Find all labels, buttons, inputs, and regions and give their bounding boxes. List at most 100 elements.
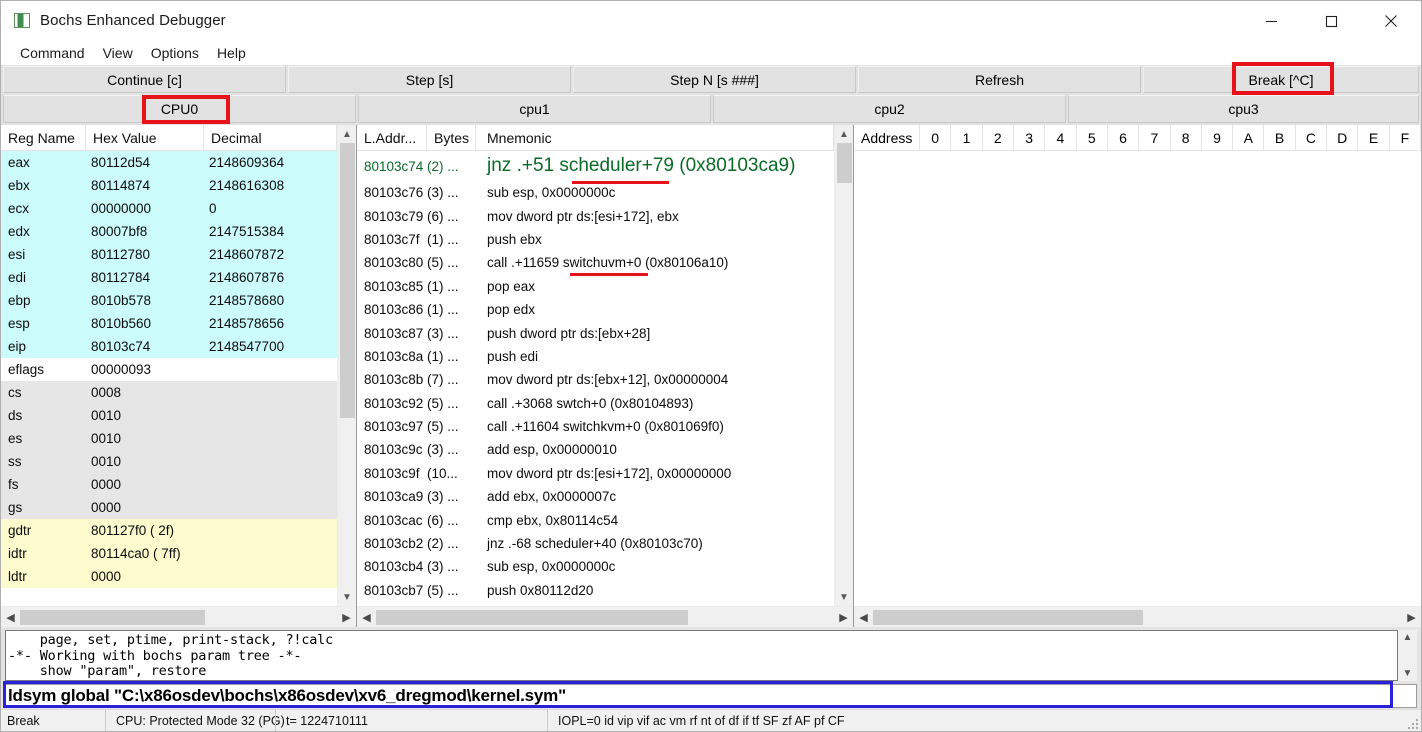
menu-options[interactable]: Options [142,43,208,63]
register-row[interactable]: esi 80112780 2148607872 [1,243,337,266]
minimize-icon[interactable] [1241,1,1301,41]
scroll-left-icon[interactable]: ◀ [357,607,376,628]
memory-col-6[interactable]: 6 [1108,125,1140,150]
disassembly-vscrollbar[interactable]: ▲ ▼ [834,125,853,606]
register-vscroll-thumb[interactable] [339,143,355,418]
register-row[interactable]: ebp 8010b578 2148578680 [1,289,337,312]
scroll-down-icon[interactable]: ▼ [338,588,357,606]
col-mnemonic[interactable]: Mnemonic [476,125,834,150]
memory-col-8[interactable]: 8 [1171,125,1202,150]
step-button[interactable]: Step [s] [288,66,571,93]
memory-col-A[interactable]: A [1233,125,1265,150]
cpu1-tab[interactable]: cpu1 [358,95,711,123]
maximize-icon[interactable] [1301,1,1361,41]
register-row[interactable]: edi 80112784 2148607876 [1,266,337,289]
register-hscroll-thumb[interactable] [20,609,205,625]
memory-hscrollbar[interactable]: ◀ ▶ [854,606,1421,627]
disassembly-hscrollbar[interactable]: ◀ ▶ [357,606,853,627]
disassembly-row[interactable]: 80103cb4 (3) ... sub esp, 0x0000000c [357,555,834,578]
menu-help[interactable]: Help [208,43,255,63]
cpu3-tab[interactable]: cpu3 [1068,95,1419,123]
menu-view[interactable]: View [94,43,142,63]
memory-col-9[interactable]: 9 [1202,125,1234,150]
disassembly-row[interactable]: 80103c8a (1) ... push edi [357,345,834,368]
register-row[interactable]: ss 0010 [1,450,337,473]
col-decimal[interactable]: Decimal [204,125,337,150]
disassembly-row[interactable]: 80103c92 (5) ... call .+3068 swtch+0 (0x80… [357,392,834,415]
resize-grip-icon[interactable] [1406,717,1418,729]
disassembly-row[interactable]: 80103cb7 (5) ... push 0x80112d20 [357,579,834,602]
col-reg-name[interactable]: Reg Name [1,125,86,150]
scroll-right-icon[interactable]: ▶ [1402,607,1421,628]
disassembly-row[interactable]: 80103c76 (3) ... sub esp, 0x0000000c [357,181,834,204]
scroll-up-icon[interactable]: ▲ [1403,632,1413,643]
console-output[interactable]: page, set, ptime, print-stack, ?!calc -*… [5,630,1398,681]
cpu0-tab[interactable]: CPU0 [3,95,356,123]
disassembly-row[interactable]: 80103c7f (1) ... push ebx [357,228,834,251]
memory-col-address[interactable]: Address [854,125,920,150]
memory-col-C[interactable]: C [1296,125,1328,150]
console-vscrollbar[interactable]: ▲ ▼ [1398,630,1417,681]
memory-col-1[interactable]: 1 [951,125,983,150]
scroll-left-icon[interactable]: ◀ [1,607,20,628]
disassembly-row[interactable]: 80103c9f (10... mov dword ptr ds:[esi+172]… [357,462,834,485]
disassembly-vscroll-track[interactable] [835,143,854,588]
cpu2-tab[interactable]: cpu2 [713,95,1066,123]
disassembly-row[interactable]: 80103c87 (3) ... push dword ptr ds:[ebx+28… [357,321,834,344]
close-icon[interactable] [1361,1,1421,41]
disassembly-row[interactable]: 80103c79 (6) ... mov dword ptr ds:[esi+172… [357,204,834,227]
scroll-up-icon[interactable]: ▲ [338,125,357,143]
register-row[interactable]: eip 80103c74 2148547700 [1,335,337,358]
memory-col-0[interactable]: 0 [920,125,952,150]
break-button[interactable]: Break [^C] [1143,66,1419,93]
disassembly-vscroll-thumb[interactable] [836,143,852,183]
disassembly-row[interactable]: 80103cb2 (2) ... jnz .-68 scheduler+40 (0x… [357,532,834,555]
scroll-down-icon[interactable]: ▼ [835,588,854,606]
disassembly-row[interactable]: 80103c8b (7) ... mov dword ptr ds:[ebx+12]… [357,368,834,391]
register-row[interactable]: gdtr 801127f0 ( 2f) [1,519,337,542]
disassembly-row[interactable]: 80103c85 (1) ... pop eax [357,275,834,298]
register-row[interactable]: cs 0008 [1,381,337,404]
register-row[interactable]: edx 80007bf8 2147515384 [1,220,337,243]
memory-col-B[interactable]: B [1264,125,1296,150]
scroll-down-icon[interactable]: ▼ [1403,668,1413,679]
register-vscroll-track[interactable] [338,143,357,588]
disassembly-hscroll-thumb[interactable] [376,609,688,625]
disassembly-hscroll-track[interactable] [376,607,834,628]
register-row[interactable]: ebx 80114874 2148616308 [1,174,337,197]
menu-command[interactable]: Command [11,43,94,63]
disassembly-row[interactable]: 80103ca9 (3) ... add ebx, 0x0000007c [357,485,834,508]
memory-col-F[interactable]: F [1390,125,1421,150]
register-row[interactable]: fs 0000 [1,473,337,496]
continue-button[interactable]: Continue [c] [3,66,286,93]
disassembly-row[interactable]: 80103c9c (3) ... add esp, 0x00000010 [357,438,834,461]
disassembly-row[interactable]: 80103c80 (5) ... call .+11659 switchuvm+0 … [357,251,834,274]
memory-col-5[interactable]: 5 [1077,125,1108,150]
register-hscroll-track[interactable] [20,607,337,628]
scroll-left-icon[interactable]: ◀ [854,607,873,628]
register-row[interactable]: ds 0010 [1,404,337,427]
disassembly-row[interactable]: 80103c86 (1) ... pop edx [357,298,834,321]
register-row[interactable]: es 0010 [1,427,337,450]
register-row[interactable]: idtr 80114ca0 ( 7ff) [1,542,337,565]
register-row[interactable]: eflags 00000093 [1,358,337,381]
memory-col-4[interactable]: 4 [1045,125,1077,150]
memory-col-D[interactable]: D [1327,125,1359,150]
disassembly-row[interactable]: 80103c97 (5) ... call .+11604 switchkvm+0 … [357,415,834,438]
register-row[interactable]: ldtr 0000 [1,565,337,588]
memory-col-3[interactable]: 3 [1014,125,1046,150]
refresh-button[interactable]: Refresh [858,66,1141,93]
register-hscrollbar[interactable]: ◀ ▶ [1,606,356,627]
register-vscrollbar[interactable]: ▲ ▼ [337,125,356,606]
memory-hscroll-track[interactable] [873,607,1402,628]
col-hex-value[interactable]: Hex Value [86,125,204,150]
col-laddr[interactable]: L.Addr... [357,125,427,150]
register-row[interactable]: eax 80112d54 2148609364 [1,151,337,174]
memory-col-2[interactable]: 2 [983,125,1014,150]
register-row[interactable]: gs 0000 [1,496,337,519]
memory-col-7[interactable]: 7 [1139,125,1171,150]
disassembly-row-current[interactable]: 80103c74 (2) ... jnz .+51 scheduler+79 (0x… [357,151,834,181]
register-row[interactable]: esp 8010b560 2148578656 [1,312,337,335]
disassembly-row[interactable]: 80103cac (6) ... cmp ebx, 0x80114c54 [357,508,834,531]
register-row[interactable]: ecx 00000000 0 [1,197,337,220]
